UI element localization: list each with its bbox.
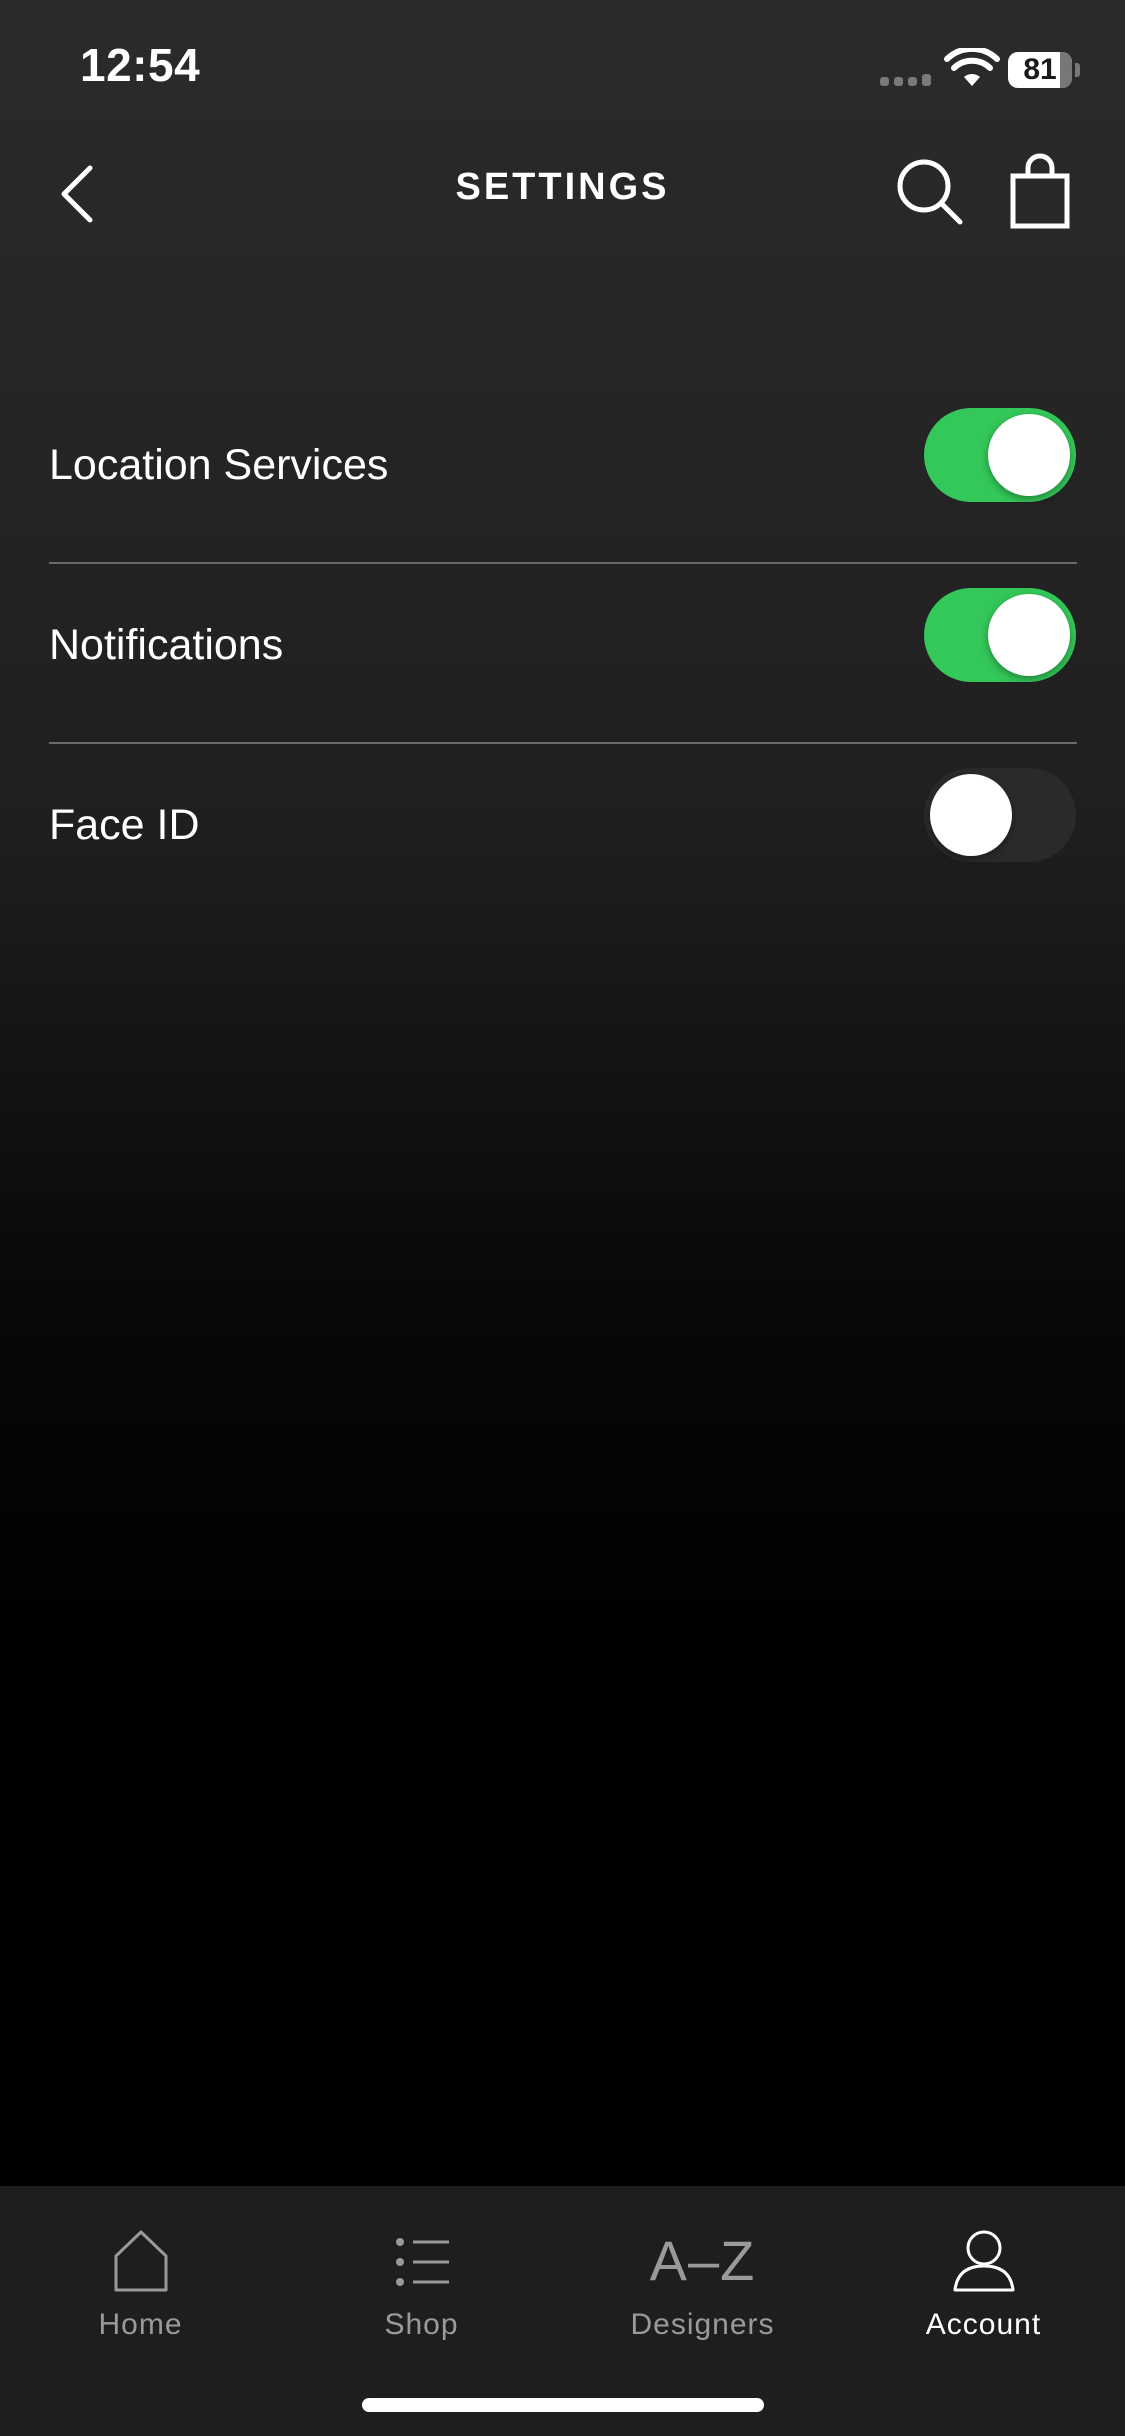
setting-label: Notifications <box>49 621 284 669</box>
tab-label: Designers <box>630 2308 775 2341</box>
setting-label: Location Services <box>49 441 389 489</box>
tab-shop[interactable]: Shop <box>281 2226 562 2366</box>
search-icon[interactable] <box>890 152 970 232</box>
home-indicator <box>362 2398 764 2412</box>
face-id-toggle[interactable] <box>924 768 1076 862</box>
settings-row-location-services: Location Services <box>0 384 1125 564</box>
tab-label: Home <box>98 2308 183 2341</box>
battery-icon: 81 <box>1008 52 1080 88</box>
tab-designers[interactable]: A–Z Designers <box>562 2226 843 2366</box>
person-icon <box>953 2230 1014 2292</box>
location-services-toggle[interactable] <box>924 408 1076 502</box>
tab-home[interactable]: Home <box>0 2226 281 2366</box>
tab-account[interactable]: Account <box>843 2226 1124 2366</box>
tab-label: Shop <box>384 2308 459 2341</box>
cellular-signal-icon <box>880 74 931 86</box>
tab-label: Account <box>925 2308 1042 2341</box>
battery-level: 81 <box>1023 53 1057 86</box>
shopping-bag-icon[interactable] <box>1000 152 1080 232</box>
status-bar: 12:54 81 <box>0 0 1125 130</box>
notifications-toggle[interactable] <box>924 588 1076 682</box>
status-time: 12:54 <box>80 39 201 91</box>
toggle-knob <box>988 414 1070 496</box>
toggle-knob <box>988 594 1070 676</box>
wifi-icon <box>944 48 1000 86</box>
settings-list: Location Services Notifications Face ID <box>0 384 1125 924</box>
list-icon <box>395 2238 449 2286</box>
toggle-knob <box>930 774 1012 856</box>
a-z-icon: A–Z <box>649 2229 756 2292</box>
navigation-bar: SETTINGS <box>0 130 1125 260</box>
settings-row-face-id: Face ID <box>0 744 1125 924</box>
tab-bar: Home Shop A–Z Designers Account <box>0 2186 1125 2436</box>
settings-row-notifications: Notifications <box>0 564 1125 744</box>
setting-label: Face ID <box>49 801 200 849</box>
home-icon <box>114 2230 167 2292</box>
